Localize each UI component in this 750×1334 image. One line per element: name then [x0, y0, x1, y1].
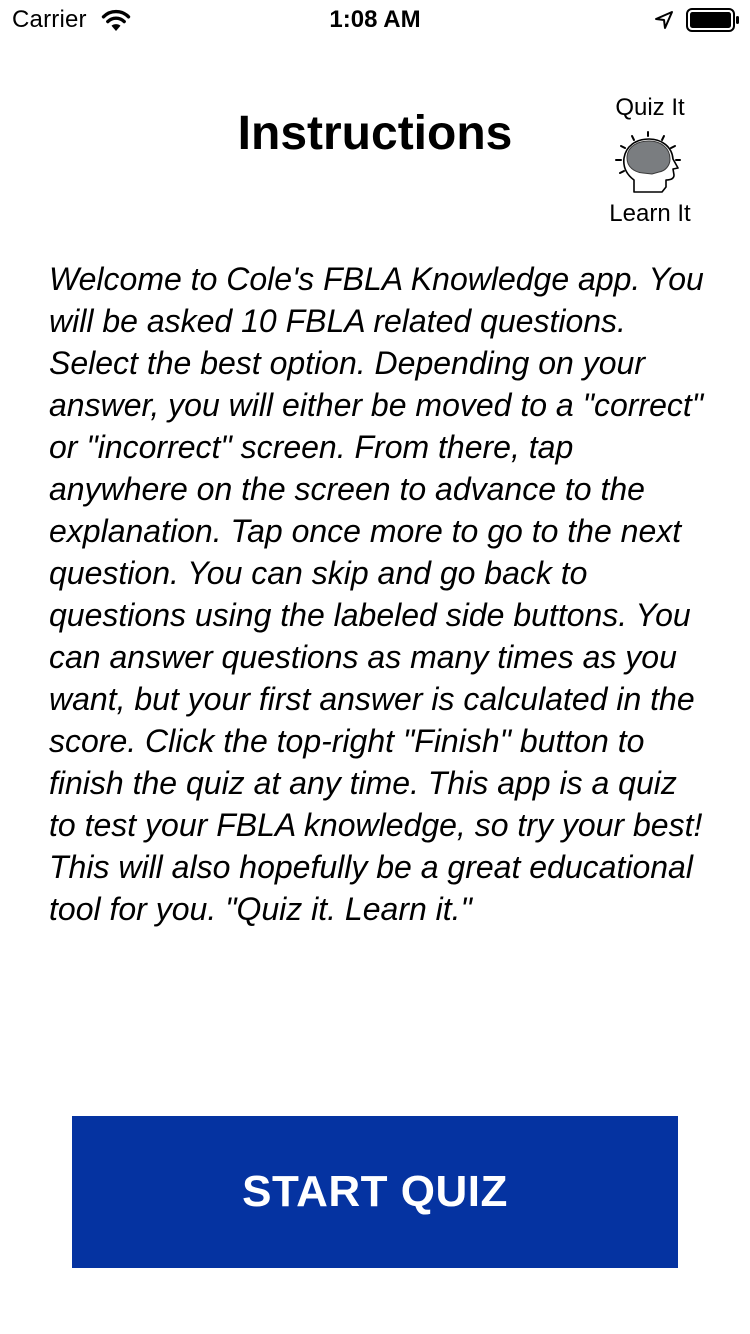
- instructions-text: Welcome to Cole's FBLA Knowledge app. Yo…: [49, 261, 704, 927]
- quiz-it-learn-it-logo: Quiz It Learn It: [598, 92, 702, 232]
- location-arrow-icon: [655, 11, 673, 29]
- status-time: 1:08 AM: [329, 6, 421, 33]
- battery-icon: [686, 8, 739, 32]
- status-bar: Carrier 1:08 AM: [0, 0, 750, 40]
- logo-bottom-text: Learn It: [609, 200, 691, 227]
- start-quiz-button[interactable]: START QUIZ: [72, 1116, 678, 1268]
- brain-head-icon: [615, 131, 681, 193]
- logo-top-text: Quiz It: [615, 94, 685, 121]
